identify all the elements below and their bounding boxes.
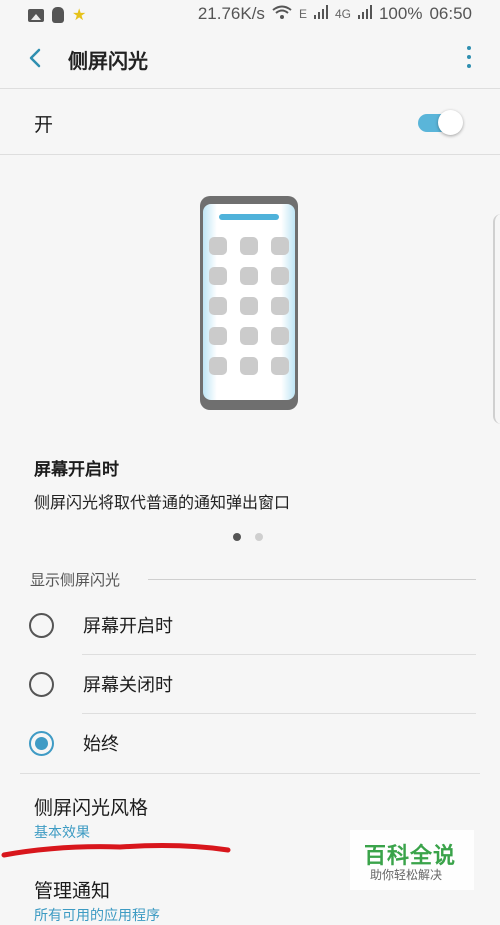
edge-panel-handle[interactable]: [493, 214, 500, 424]
manage-notifications-title[interactable]: 管理通知: [34, 876, 110, 903]
page-dot-2: [255, 533, 263, 541]
option-label: 屏幕关闭时: [83, 675, 173, 696]
option-screen-off[interactable]: 屏幕关闭时: [0, 656, 500, 714]
status-right: 21.76K/s E 4G 100% 06:50: [198, 4, 472, 24]
page-indicator: [233, 533, 263, 541]
signal-label-4g: 4G: [334, 7, 351, 21]
divider: [82, 713, 476, 714]
divider: [82, 654, 476, 655]
master-switch-label: 开: [34, 114, 54, 136]
preview-title: 屏幕开启时: [34, 460, 119, 480]
signal-icon: [313, 4, 328, 24]
status-left-icons: ★: [28, 7, 86, 23]
option-label: 始终: [83, 734, 119, 755]
radio-button-selected[interactable]: [29, 731, 54, 756]
page-title: 侧屏闪光: [68, 49, 148, 73]
section-divider: [148, 579, 476, 580]
more-vertical-icon: [467, 46, 471, 50]
master-switch-toggle[interactable]: [416, 109, 464, 137]
master-switch-row[interactable]: 开: [0, 88, 500, 155]
radio-button[interactable]: [29, 672, 54, 697]
clock: 06:50: [429, 4, 472, 23]
wifi-icon: [272, 5, 292, 24]
network-speed: 21.76K/s: [197, 4, 265, 23]
watermark: 百科全说 助你轻松解决: [350, 830, 474, 890]
gallery-icon: [28, 8, 44, 22]
manage-notifications-subtitle: 所有可用的应用程序: [34, 908, 160, 924]
section-header: 显示侧屏闪光: [30, 571, 121, 589]
option-always[interactable]: 始终: [0, 715, 500, 773]
watermark-sub: 助你轻松解决: [370, 868, 443, 882]
preview-description: 侧屏闪光将取代普通的通知弹出窗口: [34, 493, 291, 512]
radio-button[interactable]: [29, 613, 54, 638]
style-title[interactable]: 侧屏闪光风格: [34, 793, 148, 820]
back-button[interactable]: [22, 44, 50, 72]
hand-icon: [52, 7, 64, 23]
more-options-button[interactable]: [466, 46, 472, 72]
toggle-knob: [438, 110, 463, 135]
edge-lighting-preview[interactable]: [199, 195, 299, 411]
status-bar: ★ 21.76K/s E 4G 100% 06:50: [0, 0, 500, 32]
red-underline-annotation: [1, 843, 231, 858]
app-bar: 侧屏闪光: [0, 32, 500, 89]
divider: [20, 773, 480, 774]
phone-illustration-icon: [200, 196, 298, 410]
signal-icon-2: [357, 4, 372, 24]
back-arrow-icon: [29, 48, 41, 68]
option-screen-on[interactable]: 屏幕开启时: [0, 597, 500, 655]
battery-level: 100%: [378, 4, 423, 23]
star-icon: ★: [72, 5, 87, 24]
page-dot-1: [233, 533, 241, 541]
option-label: 屏幕开启时: [83, 616, 173, 637]
signal-label-e: E: [298, 7, 307, 21]
